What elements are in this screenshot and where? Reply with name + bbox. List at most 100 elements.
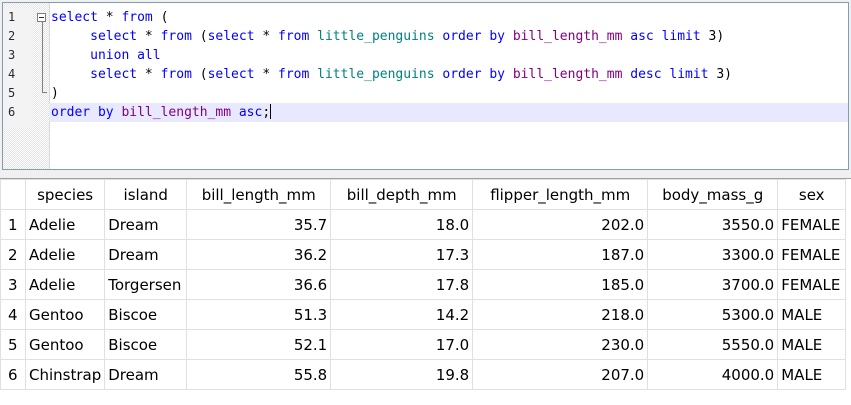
- results-grid[interactable]: species island bill_length_mm bill_depth_mm…: [0, 178, 851, 405]
- code-line[interactable]: select * from (select * from little_peng…: [49, 65, 848, 84]
- cell-island[interactable]: Dream: [104, 359, 188, 390]
- code-token: little_penguins: [317, 29, 435, 44]
- code-token: limit: [661, 29, 701, 44]
- cell-bill-length-mm[interactable]: 55.8: [186, 359, 332, 390]
- cell-body-mass-g[interactable]: 5550.0: [647, 329, 779, 360]
- row-number[interactable]: 2: [0, 239, 26, 270]
- cell-species[interactable]: Adelie: [24, 269, 106, 300]
- column-header-island[interactable]: island: [104, 179, 188, 210]
- cell-sex[interactable]: MALE: [777, 329, 847, 360]
- table-row[interactable]: 2 Adelie Dream 36.2 17.3 187.0 3300.0 FEMALE: [0, 239, 847, 270]
- table-row[interactable]: 6 Chinstrap Dream 55.8 19.8 207.0 4000.0 MALE: [0, 359, 847, 390]
- row-number-header[interactable]: [0, 179, 26, 210]
- cell-species[interactable]: Chinstrap: [24, 359, 106, 390]
- cell-species[interactable]: Adelie: [24, 239, 106, 270]
- table-row[interactable]: 3 Adelie Torgersen 36.6 17.8 185.0 3700.0 FEMAL…: [0, 269, 847, 300]
- text-caret: [270, 104, 272, 119]
- table-row[interactable]: 4 Gentoo Biscoe 51.3 14.2 218.0 5300.0 MALE: [0, 299, 847, 330]
- table-row[interactable]: 5 Gentoo Biscoe 52.1 17.0 230.0 5550.0 MALE: [0, 329, 847, 360]
- cell-body-mass-g[interactable]: 3550.0: [647, 209, 779, 240]
- row-number[interactable]: 5: [0, 329, 26, 360]
- row-number[interactable]: 6: [0, 359, 26, 390]
- column-header-bill-length-mm[interactable]: bill_length_mm: [186, 179, 332, 210]
- cell-bill-depth-mm[interactable]: 14.2: [330, 299, 474, 330]
- cell-bill-length-mm[interactable]: 36.2: [186, 239, 332, 270]
- column-header-flipper-length-mm[interactable]: flipper_length_mm: [472, 179, 649, 210]
- fold-end-marker: [42, 92, 47, 93]
- code-area[interactable]: select * from ( select * from (select * …: [49, 8, 848, 122]
- cell-sex[interactable]: FEMALE: [777, 209, 847, 240]
- code-token: ): [51, 86, 59, 101]
- cell-flipper-length-mm[interactable]: 207.0: [472, 359, 649, 390]
- sql-editor[interactable]: 123456 select * from ( select * from (se…: [2, 2, 849, 170]
- cell-flipper-length-mm[interactable]: 230.0: [472, 329, 649, 360]
- cell-sex[interactable]: MALE: [777, 299, 847, 330]
- code-token: union all: [90, 48, 161, 63]
- code-token: desc: [630, 67, 662, 82]
- cell-bill-length-mm[interactable]: 51.3: [186, 299, 332, 330]
- line-numbers: 1 2 3 4 5 6: [3, 8, 33, 128]
- code-token: 3): [708, 67, 733, 82]
- results-table: species island bill_length_mm bill_depth_mm…: [0, 179, 847, 390]
- row-number[interactable]: 1: [0, 209, 26, 240]
- query-window: 123456 select * from ( select * from (se…: [0, 0, 851, 405]
- cell-sex[interactable]: FEMALE: [777, 269, 847, 300]
- editor-gutter: 1 2 3 4 5 6: [3, 3, 50, 169]
- code-token: select: [90, 67, 138, 82]
- cell-flipper-length-mm[interactable]: 218.0: [472, 299, 649, 330]
- cell-island[interactable]: Biscoe: [104, 329, 188, 360]
- table-row[interactable]: 1 Adelie Dream 35.7 18.0 202.0 3550.0 FEMALE: [0, 209, 847, 240]
- cell-bill-length-mm[interactable]: 36.6: [186, 269, 332, 300]
- code-token: limit: [669, 67, 709, 82]
- fold-guide: [42, 19, 43, 93]
- cell-species[interactable]: Gentoo: [24, 299, 106, 330]
- code-line[interactable]: select * from (: [49, 8, 848, 27]
- code-token: (: [191, 29, 208, 44]
- code-token: from: [160, 29, 192, 44]
- cell-flipper-length-mm[interactable]: 202.0: [472, 209, 649, 240]
- cell-island[interactable]: Biscoe: [104, 299, 188, 330]
- cell-bill-depth-mm[interactable]: 17.0: [330, 329, 474, 360]
- code-line[interactable]: select * from (select * from little_peng…: [49, 27, 848, 46]
- line-number: 3: [8, 48, 16, 62]
- column-header-sex[interactable]: sex: [777, 179, 847, 210]
- code-token: from: [121, 10, 153, 25]
- cell-bill-depth-mm[interactable]: 18.0: [330, 209, 474, 240]
- cell-body-mass-g[interactable]: 3300.0: [647, 239, 779, 270]
- code-line[interactable]: union all: [49, 46, 848, 65]
- code-token: select: [207, 67, 255, 82]
- cell-body-mass-g[interactable]: 4000.0: [647, 359, 779, 390]
- code-line[interactable]: ): [49, 84, 848, 103]
- cell-bill-length-mm[interactable]: 35.7: [186, 209, 332, 240]
- code-line[interactable]: order by bill_length_mm asc;: [49, 103, 848, 122]
- cell-bill-length-mm[interactable]: 52.1: [186, 329, 332, 360]
- column-header-body-mass-g[interactable]: body_mass_g: [647, 179, 779, 210]
- cell-body-mass-g[interactable]: 3700.0: [647, 269, 779, 300]
- fold-collapse-icon[interactable]: [37, 13, 46, 22]
- row-number[interactable]: 4: [0, 299, 26, 330]
- cell-island[interactable]: Dream: [104, 239, 188, 270]
- row-number[interactable]: 3: [0, 269, 26, 300]
- code-token: select: [90, 29, 138, 44]
- code-token: order by: [442, 29, 506, 44]
- cell-bill-depth-mm[interactable]: 17.3: [330, 239, 474, 270]
- column-header-bill-depth-mm[interactable]: bill_depth_mm: [330, 179, 474, 210]
- cell-flipper-length-mm[interactable]: 187.0: [472, 239, 649, 270]
- cell-species[interactable]: Adelie: [24, 209, 106, 240]
- cell-bill-depth-mm[interactable]: 17.8: [330, 269, 474, 300]
- cell-sex[interactable]: MALE: [777, 359, 847, 390]
- column-header-species[interactable]: species: [24, 179, 106, 210]
- cell-species[interactable]: Gentoo: [24, 329, 106, 360]
- cell-bill-depth-mm[interactable]: 19.8: [330, 359, 474, 390]
- line-number: 1: [8, 10, 16, 24]
- cell-body-mass-g[interactable]: 5300.0: [647, 299, 779, 330]
- cell-sex[interactable]: FEMALE: [777, 239, 847, 270]
- cell-flipper-length-mm[interactable]: 185.0: [472, 269, 649, 300]
- cell-island[interactable]: Torgersen: [104, 269, 188, 300]
- cell-island[interactable]: Dream: [104, 209, 188, 240]
